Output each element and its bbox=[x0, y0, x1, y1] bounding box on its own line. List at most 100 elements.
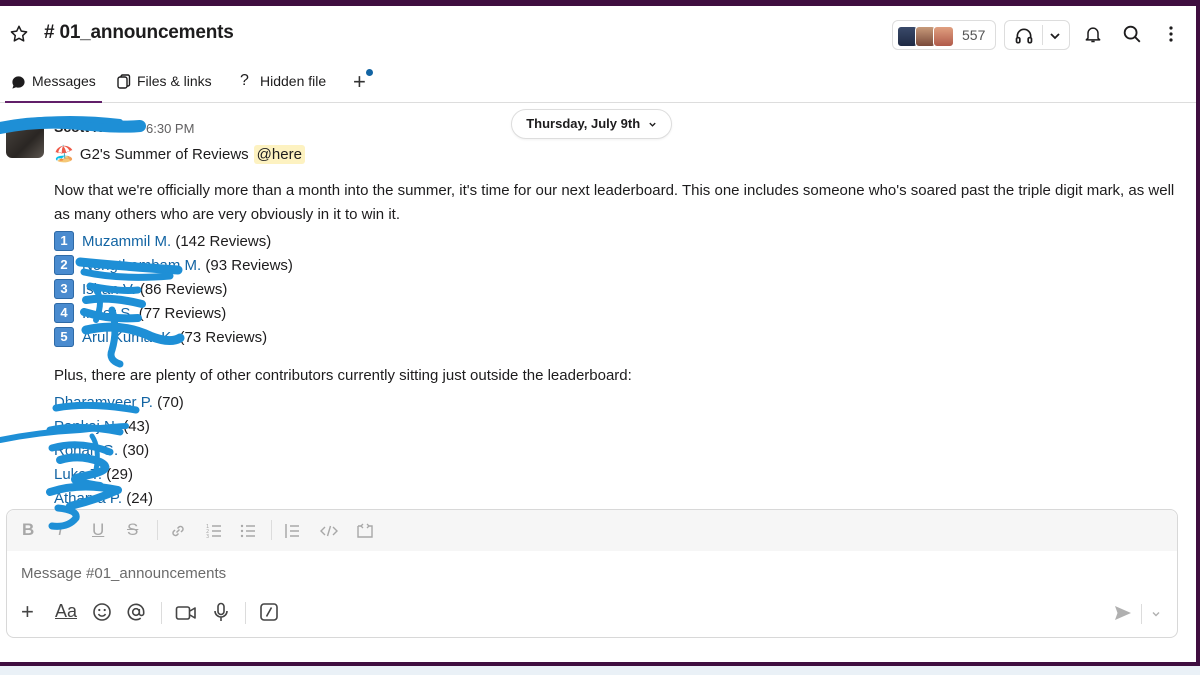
review-count: (70) bbox=[152, 394, 184, 411]
strikethrough-icon[interactable]: S bbox=[127, 520, 138, 540]
review-count: (86 Reviews) bbox=[135, 280, 228, 298]
list-item: 3 Ishan V. (86 Reviews) bbox=[54, 278, 227, 300]
review-count: (142 Reviews) bbox=[171, 232, 272, 250]
send-icon[interactable] bbox=[1113, 604, 1133, 622]
list-item: 1 Muzammil M. (142 Reviews) bbox=[54, 230, 271, 252]
files-icon bbox=[117, 74, 131, 89]
review-count: (77 Reviews) bbox=[134, 304, 227, 322]
blockquote-icon[interactable] bbox=[283, 522, 301, 540]
bold-icon[interactable]: B bbox=[22, 520, 34, 540]
divider bbox=[1141, 604, 1142, 624]
list-item: Rohan G. (30) bbox=[54, 442, 149, 459]
user-mention[interactable]: Arul Kumar K. bbox=[82, 329, 175, 346]
user-mention[interactable]: Muzammil M. bbox=[82, 233, 171, 250]
channel-header: # 01_announcements 557 bbox=[0, 6, 1196, 62]
list-item: Atharva P. (24) bbox=[54, 490, 153, 507]
italic-icon[interactable]: I bbox=[58, 520, 63, 540]
window-frame-bottom bbox=[0, 662, 1200, 666]
avatar bbox=[933, 26, 954, 47]
headphones-icon[interactable] bbox=[1014, 26, 1034, 46]
review-count: (93 Reviews) bbox=[201, 256, 293, 274]
user-mention[interactable]: Pankaj N. bbox=[54, 418, 119, 435]
keycap-number-icon: 4 bbox=[54, 303, 74, 323]
list-item: 5 Arul Kumar K. (73 Reviews) bbox=[54, 326, 267, 348]
user-mention[interactable]: Atharva P. bbox=[54, 490, 122, 507]
slack-channel-view: # 01_announcements 557 Messages Files & … bbox=[0, 6, 1196, 662]
user-mention[interactable]: Dharamveer P. bbox=[54, 394, 153, 411]
code-block-icon[interactable] bbox=[355, 521, 375, 541]
avatar[interactable] bbox=[6, 120, 44, 158]
message-timestamp[interactable]: 6:30 PM bbox=[146, 121, 194, 136]
notification-dot bbox=[366, 69, 373, 76]
tab-label: Hidden file bbox=[260, 73, 327, 89]
keycap-number-icon: 1 bbox=[54, 231, 74, 251]
code-icon[interactable] bbox=[319, 522, 339, 540]
underline-icon[interactable]: U bbox=[92, 520, 104, 540]
chevron-down-icon bbox=[649, 122, 656, 127]
formatting-toolbar: B I U S 1 2 3 bbox=[7, 510, 1177, 551]
link-icon[interactable] bbox=[169, 522, 187, 540]
keycap-number-icon: 3 bbox=[54, 279, 74, 299]
user-mention[interactable]: Inder S. bbox=[82, 305, 135, 322]
review-count: (30) bbox=[118, 442, 150, 459]
bell-icon[interactable] bbox=[1083, 24, 1103, 44]
emoji-icon[interactable] bbox=[92, 602, 112, 622]
list-item: 4 Inder S. (77 Reviews) bbox=[54, 302, 226, 324]
list-item: 2 Nongthombam M. (93 Reviews) bbox=[54, 254, 293, 276]
chevron-down-icon[interactable] bbox=[1151, 609, 1161, 619]
user-mention[interactable]: Rohan G. bbox=[54, 442, 118, 459]
divider bbox=[245, 602, 246, 624]
tab-messages[interactable]: Messages bbox=[5, 73, 102, 103]
video-icon[interactable] bbox=[175, 604, 197, 622]
tab-label: Files & links bbox=[137, 73, 212, 89]
huddle-button[interactable] bbox=[1004, 20, 1070, 50]
tab-files-links[interactable]: Files & links bbox=[116, 73, 226, 101]
list-item: Pankaj N. (43) bbox=[54, 418, 150, 435]
mention-icon[interactable] bbox=[126, 602, 146, 622]
user-mention[interactable]: Luke T. bbox=[54, 466, 102, 483]
window-frame-right bbox=[1196, 0, 1200, 665]
review-count: (29) bbox=[102, 466, 133, 483]
channel-tabs: Messages Files & links ? Hidden file + bbox=[0, 62, 1196, 103]
message-title: 🏖️ G2's Summer of Reviews @here bbox=[54, 144, 305, 164]
plus-icon[interactable]: + bbox=[21, 599, 34, 625]
divider bbox=[161, 602, 162, 624]
message-text: Plus, there are plenty of other contribu… bbox=[54, 367, 632, 384]
date-divider-button[interactable]: Thursday, July 9th bbox=[511, 109, 672, 139]
search-icon[interactable] bbox=[1121, 23, 1143, 45]
tab-hidden-file[interactable]: ? Hidden file bbox=[240, 72, 340, 101]
slash-command-icon[interactable] bbox=[259, 602, 279, 622]
divider bbox=[157, 520, 158, 540]
microphone-icon[interactable] bbox=[212, 602, 230, 622]
review-count: (43) bbox=[119, 418, 150, 435]
messages-bubble-icon bbox=[12, 76, 25, 89]
message-sender[interactable]: Scott Noble bbox=[54, 119, 132, 135]
user-mention[interactable]: Ishan V. bbox=[82, 281, 136, 298]
divider bbox=[271, 520, 272, 540]
svg-text:3: 3 bbox=[206, 534, 209, 540]
ordered-list-icon[interactable]: 1 2 3 bbox=[205, 522, 223, 540]
list-item: Dharamveer P. (70) bbox=[54, 394, 184, 411]
bullet-list-icon[interactable] bbox=[239, 522, 257, 540]
tab-label: Messages bbox=[32, 73, 96, 89]
chevron-down-icon[interactable] bbox=[1049, 30, 1061, 42]
here-mention[interactable]: @here bbox=[253, 144, 305, 164]
message-body: Now that we're officially more than a mo… bbox=[54, 182, 1175, 223]
channel-name[interactable]: # 01_announcements bbox=[44, 22, 234, 44]
star-icon[interactable] bbox=[9, 24, 29, 44]
review-count: (73 Reviews) bbox=[175, 328, 268, 346]
question-icon: ? bbox=[240, 72, 249, 89]
message-input[interactable]: Message #01_announcements bbox=[21, 565, 226, 582]
user-mention[interactable]: Nongthombam M. bbox=[82, 257, 201, 274]
more-vertical-icon[interactable] bbox=[1164, 24, 1178, 44]
member-count: 557 bbox=[962, 27, 986, 43]
member-count-button[interactable]: 557 bbox=[892, 20, 996, 50]
title-text: G2's Summer of Reviews bbox=[79, 145, 249, 163]
divider bbox=[1042, 25, 1043, 45]
beach-umbrella-emoji: 🏖️ bbox=[54, 146, 74, 163]
review-count: (24) bbox=[122, 490, 153, 507]
date-label: Thursday, July 9th bbox=[526, 116, 641, 131]
message-composer: B I U S 1 2 3 Message #01_announcements … bbox=[6, 509, 1178, 638]
text-format-icon[interactable]: Aa bbox=[55, 601, 77, 622]
add-tab-icon[interactable]: + bbox=[353, 71, 366, 93]
